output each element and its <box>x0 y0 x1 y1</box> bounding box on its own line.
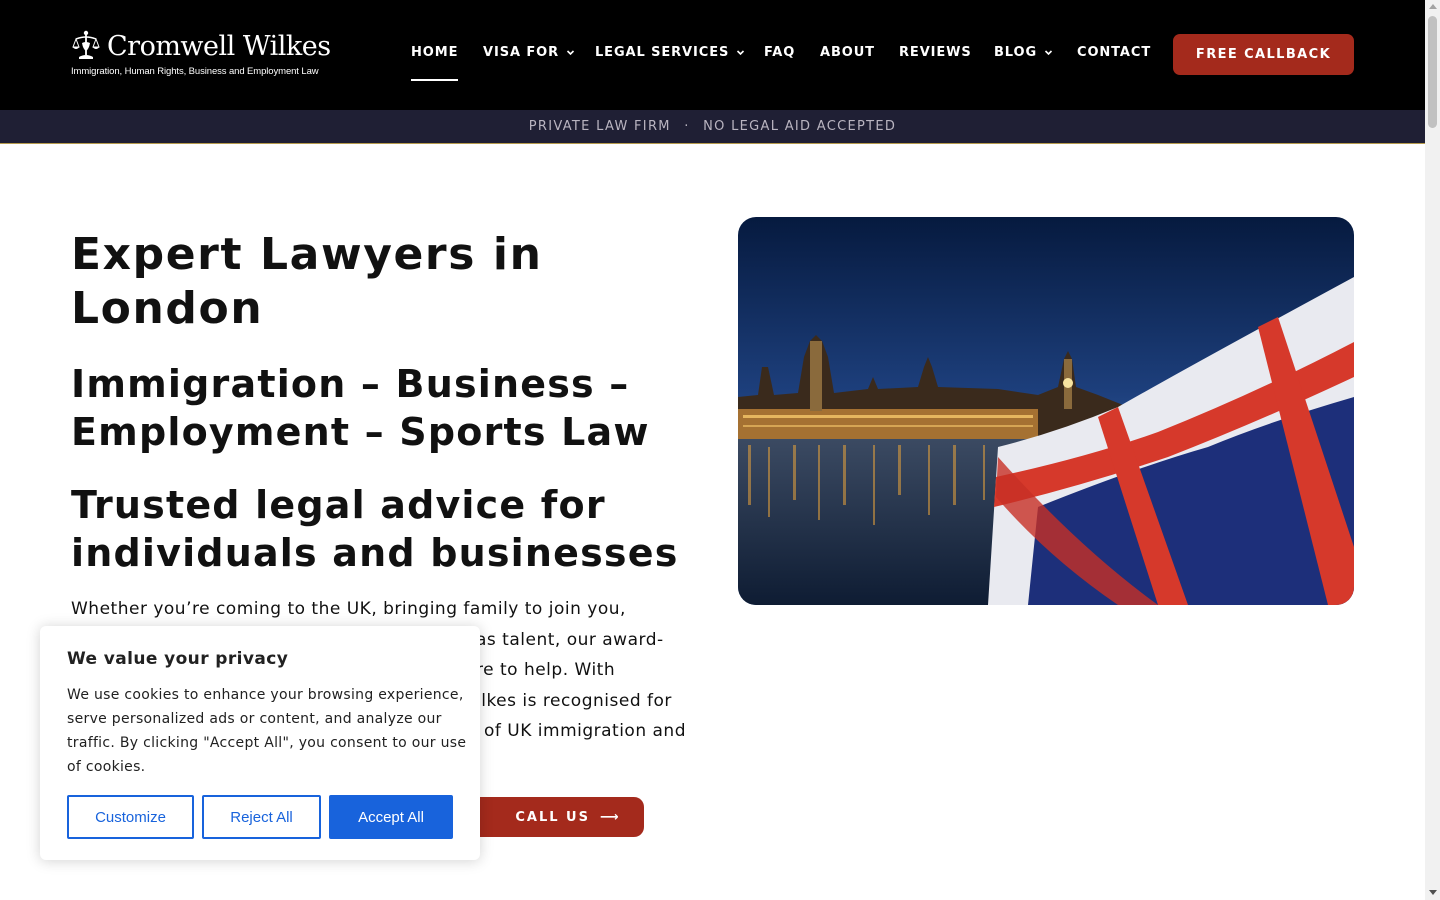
call-us-button[interactable]: CALL US ⟶ <box>452 797 644 837</box>
scroll-up-arrow-icon[interactable] <box>1429 4 1437 9</box>
nav-visa-for[interactable]: VISA FOR <box>483 45 575 60</box>
cookie-description: We use cookies to enhance your browsing … <box>67 687 467 775</box>
announcement-separator: · <box>684 119 690 134</box>
call-us-label: CALL US <box>515 809 590 825</box>
hero-tagline: Trusted legal advice for individuals and… <box>71 483 679 575</box>
hero-subtitle: Immigration – Business – Employment – Sp… <box>71 362 650 454</box>
nav-label: CONTACT <box>1077 45 1152 60</box>
chevron-down-icon <box>737 50 745 56</box>
london-parliament-flag-image <box>738 217 1354 605</box>
nav-label: HOME <box>411 45 459 60</box>
page-scrollbar[interactable] <box>1425 0 1440 900</box>
announcement-left: PRIVATE LAW FIRM <box>528 119 671 134</box>
nav-contact[interactable]: CONTACT <box>1077 45 1151 60</box>
nav-blog[interactable]: BLOG <box>994 45 1053 60</box>
nav-label: LEGAL SERVICES <box>595 45 730 60</box>
nav-about[interactable]: ABOUT <box>820 45 875 60</box>
arrow-right-icon: ⟶ <box>599 809 621 825</box>
nav-home[interactable]: HOME <box>411 45 458 60</box>
announcement-text: PRIVATE LAW FIRM · NO LEGAL AID ACCEPTED <box>0 119 1425 134</box>
nav-label: ABOUT <box>820 45 875 60</box>
chevron-down-icon <box>1044 50 1053 56</box>
logo-name: Cromwell Wilkes <box>107 31 331 62</box>
reject-all-button[interactable]: Reject All <box>202 795 321 839</box>
free-callback-button[interactable]: FREE CALLBACK <box>1173 34 1354 75</box>
cookie-title: We value your privacy <box>67 649 289 669</box>
nav-label: FAQ <box>764 45 796 60</box>
logo-tagline: Immigration, Human Rights, Business and … <box>71 66 319 77</box>
cookie-consent-banner: We value your privacy We use cookies to … <box>40 626 480 860</box>
hero-photo <box>738 217 1354 605</box>
chevron-down-icon <box>566 50 575 56</box>
nav-faq[interactable]: FAQ <box>764 45 795 60</box>
nav-reviews[interactable]: REVIEWS <box>899 45 972 60</box>
nav-legal-services[interactable]: LEGAL SERVICES <box>595 45 745 60</box>
nav-active-indicator <box>411 79 458 81</box>
announcement-bar: PRIVATE LAW FIRM · NO LEGAL AID ACCEPTED <box>0 110 1425 144</box>
para-line: Whether you’re coming to the UK, bringin… <box>71 599 626 619</box>
nav-label: BLOG <box>994 45 1038 60</box>
scrollbar-thumb[interactable] <box>1428 16 1437 128</box>
scroll-down-arrow-icon[interactable] <box>1429 890 1437 895</box>
site-logo[interactable]: Cromwell Wilkes Immigration, Human Right… <box>71 29 331 81</box>
nav-label: VISA FOR <box>483 45 559 60</box>
accept-all-button[interactable]: Accept All <box>329 795 453 839</box>
customize-button[interactable]: Customize <box>67 795 194 839</box>
announcement-right: NO LEGAL AID ACCEPTED <box>703 119 897 134</box>
nav-label: REVIEWS <box>899 45 972 60</box>
site-header: Cromwell Wilkes Immigration, Human Right… <box>0 0 1425 110</box>
scales-of-justice-icon <box>72 30 100 59</box>
hero-title: Expert Lawyers in London <box>71 229 543 334</box>
